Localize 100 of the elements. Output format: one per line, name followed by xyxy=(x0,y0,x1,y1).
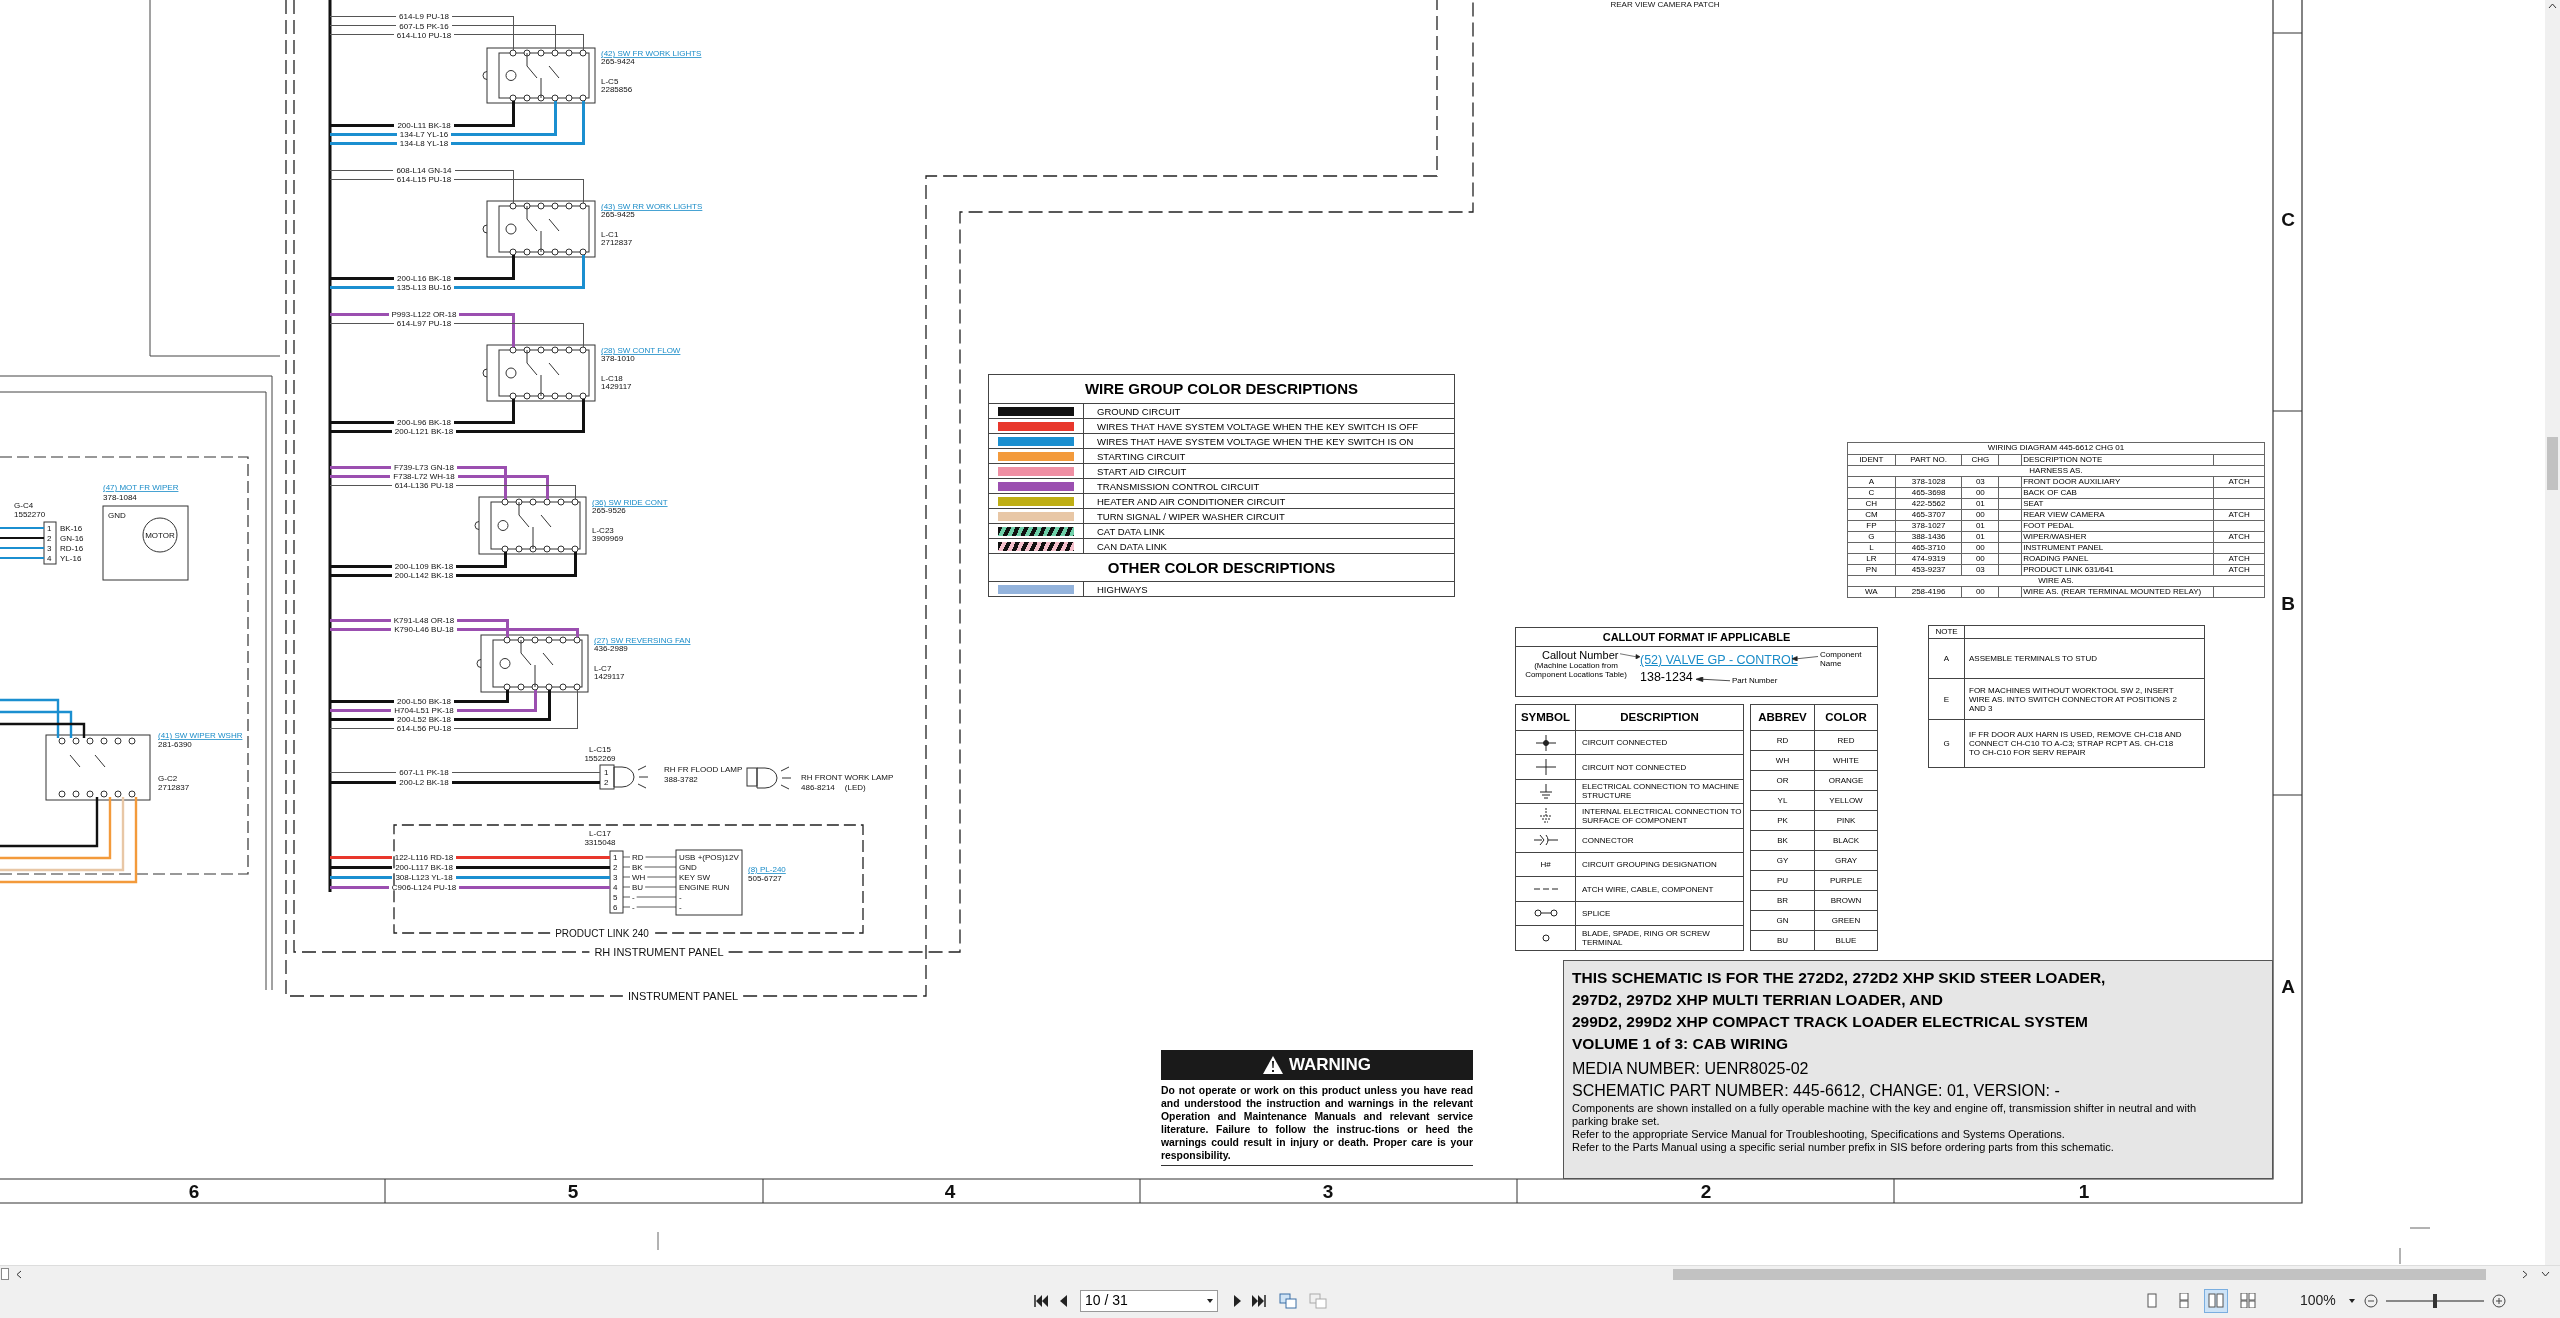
column-header: ABBREV xyxy=(1751,705,1815,730)
last-page-icon xyxy=(1252,1294,1266,1307)
legend-text: HEATER AND AIR CONDITIONER CIRCUIT xyxy=(1096,494,1286,509)
slider-thumb[interactable] xyxy=(2433,1293,2437,1308)
table-cell: ATCH xyxy=(2228,554,2250,563)
zoom-in-button[interactable] xyxy=(2490,1291,2508,1310)
table-cell: FP xyxy=(1866,521,1877,530)
scroll-left-icon[interactable] xyxy=(16,1270,22,1279)
section-title: REAR VIEW CAMERA PATCH xyxy=(1610,0,1720,9)
pin-code: RD xyxy=(632,853,644,862)
pin-number: 6 xyxy=(613,903,618,912)
title-note: Components are shown installed on a fully operable machine with the key and engine off, transmission shifter in neutral and with parking brake set. xyxy=(1572,1102,2198,1128)
table-cell: LR xyxy=(1866,554,1877,563)
wire-label: 608-L14 GN-14 xyxy=(396,166,452,175)
component-link[interactable]: (28) SW CONT FLOW xyxy=(601,346,681,355)
callout-label: Callout Number xyxy=(1542,649,1619,661)
pin-line xyxy=(622,876,677,878)
table-cell-text: RED xyxy=(1837,735,1855,747)
wire-label: H704-L51 PK-18 xyxy=(394,706,454,715)
connector-id: L-C18 xyxy=(601,374,623,383)
table-title: WIRING DIAGRAM 445-6612 CHG 01 xyxy=(1986,443,2126,454)
component-link[interactable]: (36) SW RIDE CONT xyxy=(592,498,668,507)
table-cell: 00 xyxy=(1975,510,1985,519)
view-mode-button[interactable] xyxy=(2204,1288,2228,1313)
table-cell: 03 xyxy=(1975,477,1985,486)
table-cell-text: PURPLE xyxy=(1830,875,1862,887)
table-cell-text: WHITE xyxy=(1833,755,1859,767)
part-number: 265-9425 xyxy=(601,210,635,219)
section-header: WIRE AS. xyxy=(1848,575,2264,586)
legend-text: WIRES THAT HAVE SYSTEM VOLTAGE WHEN THE KEY SWITCH IS ON xyxy=(1096,434,1414,449)
panel-label: INSTRUMENT PANEL xyxy=(627,990,739,1002)
module-drawing xyxy=(675,849,743,916)
zoom-out-button[interactable] xyxy=(2362,1291,2380,1310)
connector-id: L-C7 xyxy=(594,664,612,673)
component-link[interactable]: (8) PL-240 xyxy=(748,865,786,874)
table-cell: 01 xyxy=(1975,521,1985,530)
table-cell-text: YELLOW xyxy=(1829,795,1863,807)
table-cell: PN xyxy=(1865,565,1877,574)
component-link[interactable]: (47) MOT FR WIPER xyxy=(103,483,179,492)
caret-icon[interactable] xyxy=(1207,1298,1213,1303)
page-thumbnail-icon[interactable] xyxy=(1,1268,9,1280)
component-link[interactable]: (41) SW WIPER WSHR xyxy=(158,731,243,740)
wire-label: 134-L7 YL-16 xyxy=(399,130,449,139)
wire-label: 134-L8 YL-18 xyxy=(399,139,449,148)
warning-title: WARNING xyxy=(1288,1054,1372,1077)
part-number: 436-2989 xyxy=(594,644,628,653)
table-cell: ATCH xyxy=(2228,510,2250,519)
table-cell: 465-3698 xyxy=(1911,488,1946,497)
arrow-icon xyxy=(1620,653,1640,659)
component-link[interactable]: (43) SW RR WORK LIGHTS xyxy=(601,202,703,211)
component-link[interactable]: (42) SW FR WORK LIGHTS xyxy=(601,49,702,58)
column-header: COLOR xyxy=(1824,710,1868,725)
pin-signal: GND xyxy=(108,511,126,520)
connector-id: L-C1 xyxy=(601,230,619,239)
table-cell-text: RD xyxy=(1776,735,1789,747)
wire-label: 614-L56 PU-18 xyxy=(396,724,452,733)
component-link[interactable]: (27) SW REVERSING FAN xyxy=(594,636,691,645)
triangle-right-icon xyxy=(1233,1294,1241,1307)
symbol-description: CONNECTOR xyxy=(1582,835,1634,845)
callout-label: Component Name xyxy=(1820,650,1863,668)
zoom-slider[interactable] xyxy=(2386,1293,2484,1308)
motor-label: MOTOR xyxy=(145,531,175,540)
example-part: 138-1234 xyxy=(1640,670,1693,684)
table-cell: CM xyxy=(1865,510,1878,519)
column-header: PART NO. xyxy=(1895,455,1963,465)
scrollbar-thumb[interactable] xyxy=(2547,437,2558,490)
module-title: PRODUCT LINK 240 xyxy=(555,928,649,939)
scrollbar-thumb[interactable] xyxy=(1673,1269,2486,1280)
table-cell: 465-3707 xyxy=(1911,510,1946,519)
page-layout-icon xyxy=(2208,1293,2224,1308)
zone-letter: A xyxy=(2281,976,2295,997)
table-cell: A xyxy=(1868,477,1875,486)
table-cell: REAR VIEW CAMERA xyxy=(2023,510,2105,519)
pin-signal: ENGINE RUN xyxy=(679,883,730,892)
part-number: 2712837 xyxy=(158,783,190,792)
page-field[interactable]: 10 / 31 xyxy=(1080,1289,1218,1312)
pin-number: 2 xyxy=(613,863,618,872)
symbol-description: CIRCUIT CONNECTED xyxy=(1582,738,1668,748)
table-cell: 422-5562 xyxy=(1911,499,1946,508)
zone-letter: B xyxy=(2281,593,2295,614)
scroll-right-icon[interactable] xyxy=(2522,1270,2528,1279)
table-cell: WIPER/WASHER xyxy=(2023,532,2087,541)
table-cell-text: GREEN xyxy=(1831,915,1861,927)
chevron-down-icon[interactable] xyxy=(2541,1271,2550,1277)
table-cell-text: PU xyxy=(1776,875,1789,887)
column-header: DESCRIPTION xyxy=(1619,710,1700,725)
pin-signal: GND xyxy=(679,863,697,872)
scroll-up-icon[interactable] xyxy=(2548,3,2557,9)
table-cell: SEAT xyxy=(2023,499,2044,508)
connector-drawing xyxy=(599,764,615,790)
part-number: 1429117 xyxy=(601,382,632,391)
ground-icon xyxy=(1539,783,1552,799)
connector-id: L-C15 xyxy=(589,745,611,754)
legend-text: TRANSMISSION CONTROL CIRCUIT xyxy=(1096,479,1260,494)
table-cell: 00 xyxy=(1975,587,1985,596)
pages-icon xyxy=(1309,1292,1327,1309)
zone-number: 1 xyxy=(2078,1181,2090,1202)
pin-line xyxy=(622,906,677,908)
pin-code: YL-16 xyxy=(60,554,82,563)
table-cell-text: GRAY xyxy=(1834,855,1858,867)
